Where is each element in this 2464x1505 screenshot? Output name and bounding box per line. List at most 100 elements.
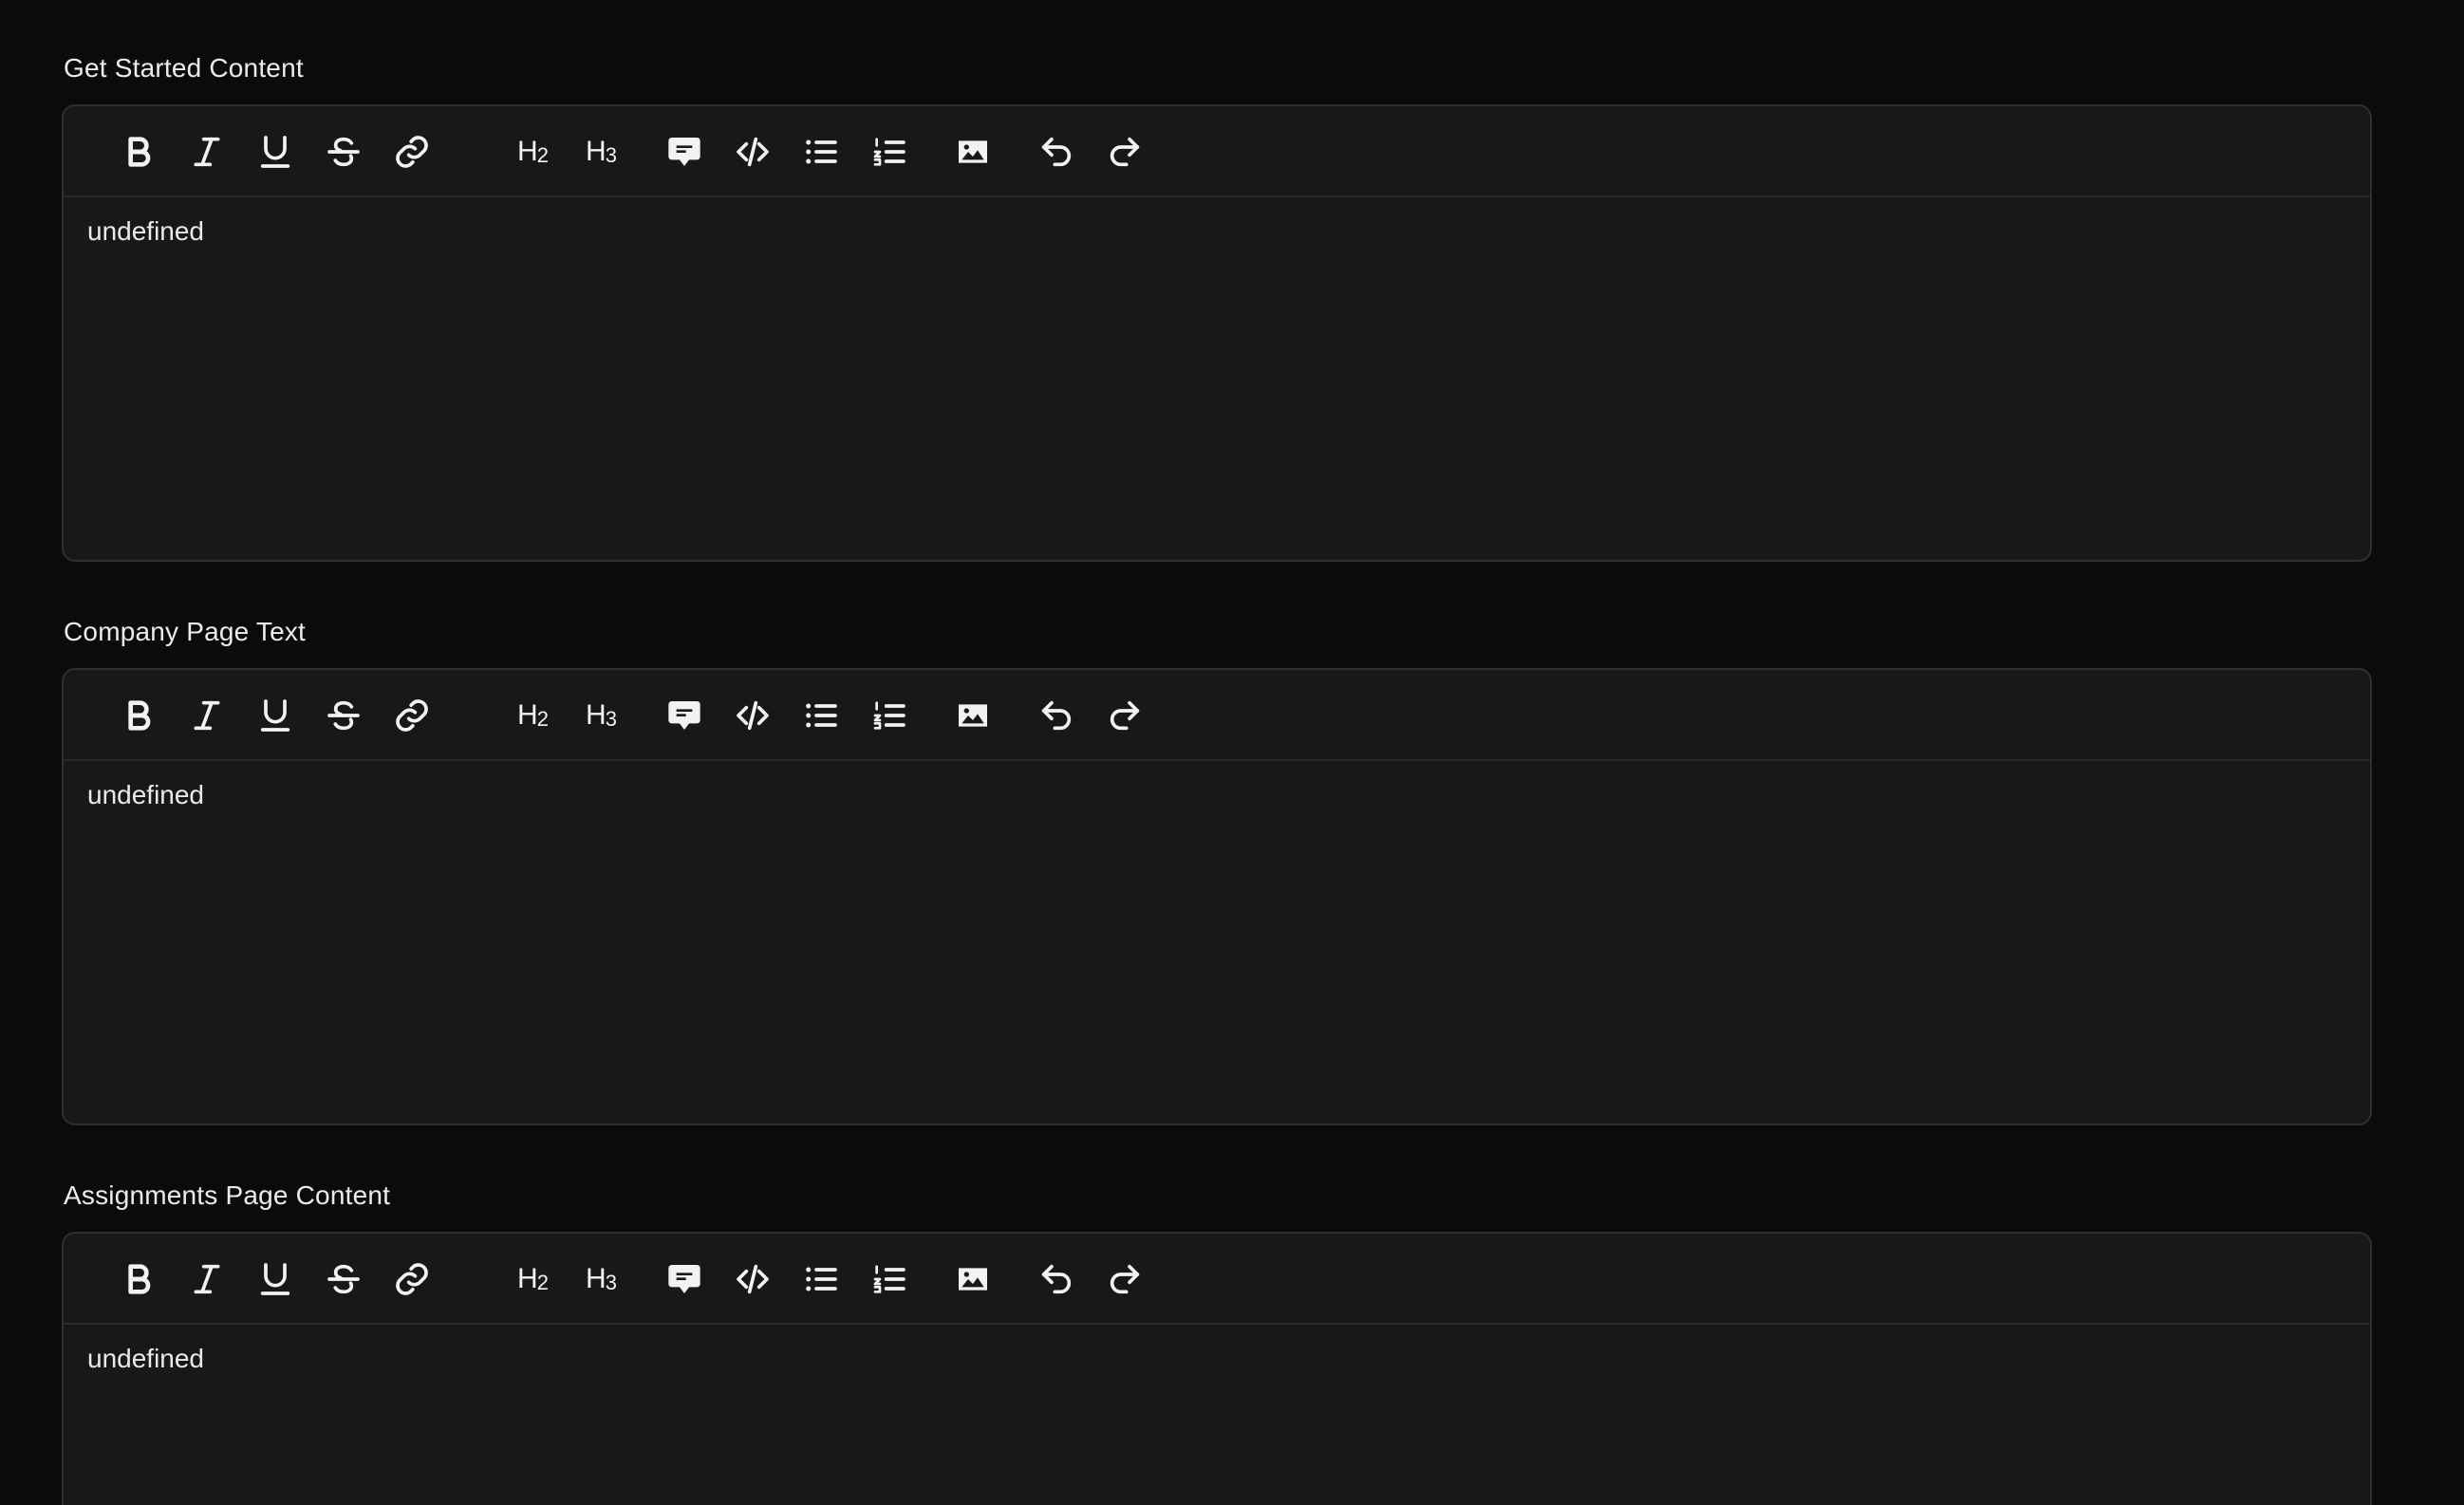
image-icon — [959, 704, 987, 727]
italic-icon — [194, 1264, 220, 1294]
rich-text-editor-company-page: H2 H3 undefined — [62, 668, 2372, 1125]
italic-button[interactable] — [182, 127, 232, 177]
redo-button[interactable] — [1100, 127, 1149, 177]
link-button[interactable] — [387, 127, 437, 177]
comment-icon — [668, 1265, 700, 1293]
editor-toolbar: H2 H3 — [64, 1234, 2370, 1325]
undo-icon — [1041, 700, 1072, 731]
bullet-list-icon — [806, 703, 837, 728]
heading-2-icon: H2 — [517, 699, 549, 731]
comment-button[interactable] — [660, 127, 709, 177]
comment-icon — [668, 138, 700, 166]
image-button[interactable] — [948, 127, 998, 177]
heading-2-button[interactable]: H2 — [508, 127, 557, 177]
underline-button[interactable] — [251, 691, 300, 740]
bullet-list-icon — [806, 139, 837, 164]
ordered-list-icon — [873, 701, 905, 730]
strikethrough-icon — [327, 1264, 360, 1294]
heading-2-button[interactable]: H2 — [508, 1254, 557, 1304]
underline-button[interactable] — [251, 127, 300, 177]
heading-2-button[interactable]: H2 — [508, 691, 557, 740]
bullet-list-icon — [806, 1267, 837, 1291]
bold-icon — [128, 1264, 151, 1294]
rich-text-editor-assignments-page: H2 H3 undefined — [62, 1232, 2372, 1505]
heading-3-button[interactable]: H3 — [576, 1254, 625, 1304]
undo-button[interactable] — [1032, 127, 1081, 177]
italic-button[interactable] — [182, 691, 232, 740]
link-button[interactable] — [387, 691, 437, 740]
editor-toolbar: H2 H3 — [64, 670, 2370, 761]
strikethrough-button[interactable] — [319, 1254, 368, 1304]
heading-3-icon: H3 — [586, 136, 617, 167]
link-icon — [396, 1263, 428, 1295]
bold-button[interactable] — [114, 691, 163, 740]
underline-button[interactable] — [251, 1254, 300, 1304]
underline-icon — [260, 136, 290, 168]
code-icon — [737, 137, 769, 167]
link-icon — [396, 699, 428, 732]
editor-text: undefined — [87, 780, 205, 809]
heading-3-button[interactable]: H3 — [576, 691, 625, 740]
editor-text: undefined — [87, 1344, 205, 1373]
strikethrough-button[interactable] — [319, 127, 368, 177]
redo-icon — [1110, 1264, 1140, 1294]
heading-2-icon: H2 — [517, 136, 549, 167]
image-icon — [959, 140, 987, 163]
editor-content[interactable]: undefined — [64, 1325, 2370, 1505]
ordered-list-icon — [873, 138, 905, 166]
ordered-list-button[interactable] — [865, 691, 914, 740]
image-button[interactable] — [948, 1254, 998, 1304]
code-button[interactable] — [728, 691, 777, 740]
undo-icon — [1041, 137, 1072, 167]
underline-icon — [260, 699, 290, 732]
code-icon — [737, 1264, 769, 1294]
bold-icon — [128, 137, 151, 167]
strikethrough-icon — [327, 700, 360, 731]
redo-icon — [1110, 137, 1140, 167]
redo-button[interactable] — [1100, 691, 1149, 740]
bullet-list-button[interactable] — [796, 127, 846, 177]
editor-content[interactable]: undefined — [64, 197, 2370, 560]
bold-icon — [128, 700, 151, 731]
heading-3-icon: H3 — [586, 1263, 617, 1294]
field-label-company-page: Company Page Text — [64, 617, 307, 646]
italic-button[interactable] — [182, 1254, 232, 1304]
heading-3-button[interactable]: H3 — [576, 127, 625, 177]
comment-button[interactable] — [660, 691, 709, 740]
rich-text-editor-get-started: H2 H3 undefined — [62, 104, 2372, 562]
ordered-list-button[interactable] — [865, 127, 914, 177]
undo-icon — [1041, 1264, 1072, 1294]
settings-page: Get Started Content H2 H3 undefined Comp… — [0, 0, 2464, 1505]
bullet-list-button[interactable] — [796, 691, 846, 740]
heading-2-icon: H2 — [517, 1263, 549, 1294]
field-label-assignments-page: Assignments Page Content — [64, 1180, 391, 1210]
italic-icon — [194, 700, 220, 731]
heading-3-icon: H3 — [586, 699, 617, 731]
editor-toolbar: H2 H3 — [64, 106, 2370, 197]
underline-icon — [260, 1263, 290, 1295]
code-icon — [737, 700, 769, 731]
code-button[interactable] — [728, 127, 777, 177]
field-label-get-started: Get Started Content — [64, 53, 304, 83]
link-button[interactable] — [387, 1254, 437, 1304]
ordered-list-icon — [873, 1265, 905, 1293]
undo-button[interactable] — [1032, 691, 1081, 740]
italic-icon — [194, 137, 220, 167]
ordered-list-button[interactable] — [865, 1254, 914, 1304]
bold-button[interactable] — [114, 1254, 163, 1304]
undo-button[interactable] — [1032, 1254, 1081, 1304]
strikethrough-icon — [327, 137, 360, 167]
link-icon — [396, 136, 428, 168]
bold-button[interactable] — [114, 127, 163, 177]
redo-icon — [1110, 700, 1140, 731]
comment-icon — [668, 701, 700, 730]
code-button[interactable] — [728, 1254, 777, 1304]
image-icon — [959, 1268, 987, 1291]
strikethrough-button[interactable] — [319, 691, 368, 740]
comment-button[interactable] — [660, 1254, 709, 1304]
image-button[interactable] — [948, 691, 998, 740]
editor-content[interactable]: undefined — [64, 761, 2370, 1124]
redo-button[interactable] — [1100, 1254, 1149, 1304]
bullet-list-button[interactable] — [796, 1254, 846, 1304]
editor-text: undefined — [87, 216, 205, 246]
